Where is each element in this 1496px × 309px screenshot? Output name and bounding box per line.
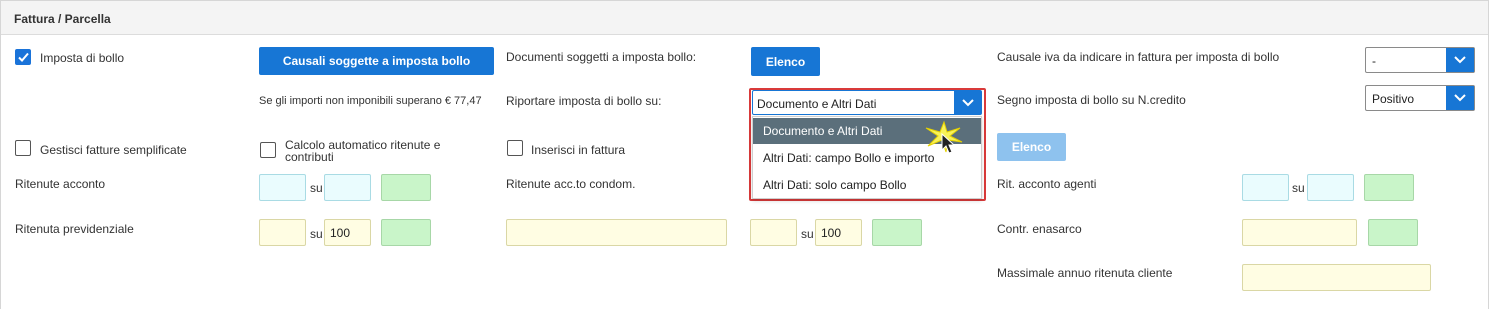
enasarco-input[interactable]	[1242, 219, 1357, 246]
segno-label: Segno imposta di bollo su N.credito	[997, 93, 1186, 107]
causale-iva-value: -	[1372, 54, 1376, 68]
fattura-parcella-panel: Fattura / Parcella	[0, 0, 1489, 309]
ritenuta-prev-su-input[interactable]: 100	[324, 219, 371, 246]
inserisci-label: Inserisci in fattura	[531, 143, 626, 157]
cursor-icon	[925, 120, 963, 154]
condom-result	[872, 219, 922, 246]
causali-bollo-button[interactable]: Causali soggette a imposta bollo	[259, 47, 494, 75]
checkmark-icon	[18, 52, 29, 62]
imposta-bollo-checkbox[interactable]	[15, 49, 31, 65]
ritenuta-prev-label: Ritenuta previdenziale	[15, 222, 134, 236]
rit-agenti-su-input[interactable]	[1307, 174, 1354, 201]
gestisci-checkbox[interactable]	[15, 140, 31, 156]
riportare-label: Riportare imposta di bollo su:	[506, 94, 662, 108]
chevron-down-icon[interactable]	[1446, 86, 1474, 110]
calcolo-checkbox[interactable]	[260, 142, 276, 158]
causale-iva-select[interactable]: -	[1365, 47, 1475, 73]
calcolo-label-line2: contributi	[285, 150, 334, 164]
elenco-button[interactable]: Elenco	[751, 47, 820, 76]
su-label-2: su	[801, 227, 814, 241]
condom-perc-input[interactable]	[750, 219, 797, 246]
ritenuta-prev-result	[381, 219, 431, 246]
importi-note: Se gli importi non imponibili superano €…	[259, 95, 482, 107]
enasarco-result	[1368, 219, 1418, 246]
gestisci-label: Gestisci fatture semplificate	[40, 143, 187, 157]
massimale-label: Massimale annuo ritenuta cliente	[997, 266, 1173, 280]
documenti-bollo-label: Documenti soggetti a imposta bollo:	[506, 50, 697, 64]
segno-value: Positivo	[1372, 92, 1415, 106]
su-label: su	[310, 181, 323, 195]
ritenute-acconto-su-input[interactable]	[324, 174, 371, 201]
calcolo-label: Calcolo automatico ritenute e contributi	[285, 139, 440, 163]
segno-select[interactable]: Positivo	[1365, 85, 1475, 111]
imposta-bollo-label: Imposta di bollo	[40, 51, 125, 65]
ritenute-acconto-result	[381, 174, 431, 201]
condom-su-input[interactable]: 100	[815, 219, 862, 246]
rit-agenti-label: Rit. acconto agenti	[997, 177, 1097, 191]
massimale-input[interactable]	[1242, 264, 1431, 291]
ritenute-condom-label: Ritenute acc.to condom.	[506, 177, 636, 191]
inserisci-checkbox[interactable]	[507, 140, 523, 156]
panel-title: Fattura / Parcella	[14, 12, 111, 26]
dropdown-option[interactable]: Altri Dati: solo campo Bollo	[753, 172, 981, 198]
ritenuta-prev-input[interactable]	[259, 219, 306, 246]
enasarco-label: Contr. enasarco	[997, 222, 1082, 236]
causale-iva-label: Causale iva da indicare in fattura per i…	[997, 50, 1280, 64]
rit-agenti-input[interactable]	[1242, 174, 1289, 201]
elenco-disabled-button[interactable]: Elenco	[997, 133, 1066, 161]
su-label: su	[310, 227, 323, 241]
condom-input[interactable]	[506, 219, 727, 246]
chevron-down-icon[interactable]	[1446, 48, 1474, 72]
rit-agenti-result	[1364, 174, 1414, 201]
su-label-2: su	[1292, 181, 1305, 195]
panel-header: Fattura / Parcella	[1, 1, 1488, 35]
ritenute-acconto-label: Ritenute acconto	[15, 177, 106, 191]
ritenute-acconto-input[interactable]	[259, 174, 306, 201]
